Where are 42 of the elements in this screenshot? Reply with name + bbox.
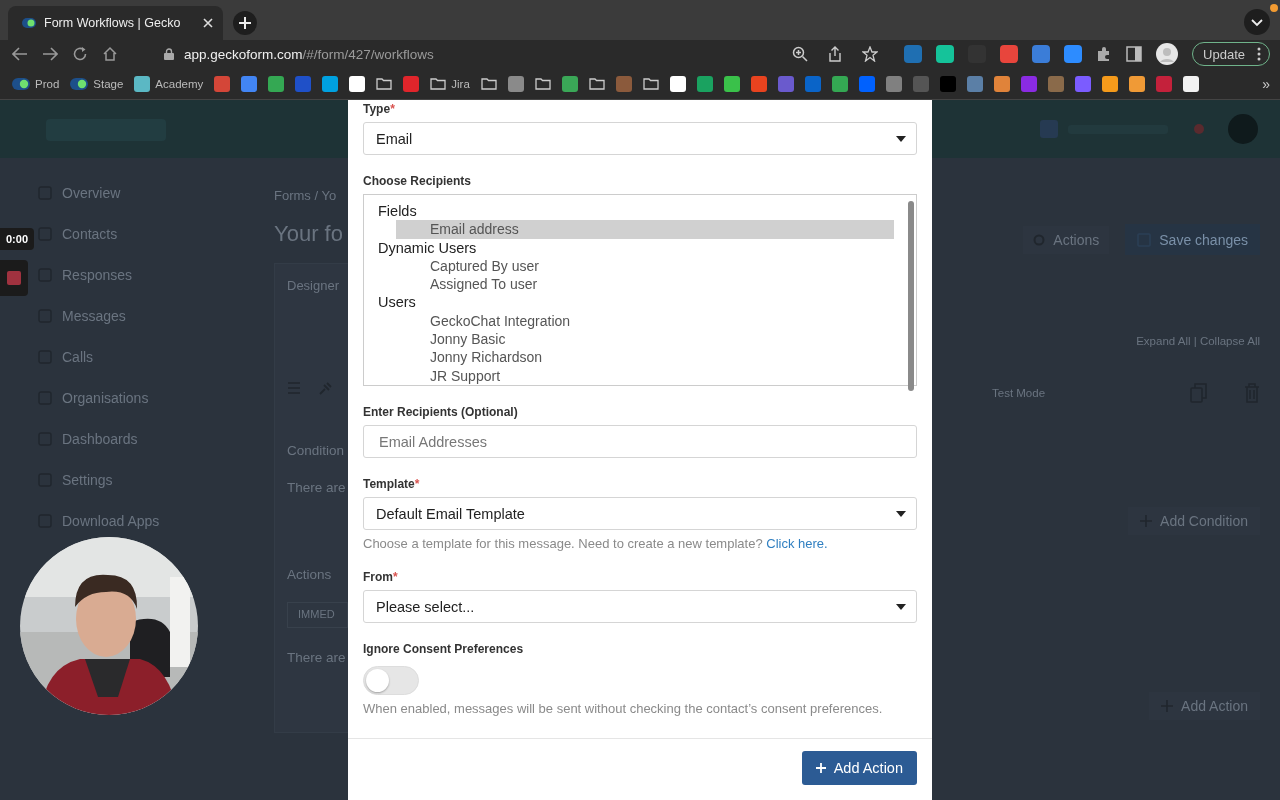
field-label: Choose Recipients (363, 174, 473, 188)
list-option[interactable]: GeckoChat Integration (396, 311, 894, 331)
save-button[interactable]: Save changes (1125, 224, 1260, 255)
option-group-label: Users (378, 293, 417, 312)
section-heading: Actions (287, 567, 333, 582)
bookmark[interactable]: Academy (134, 75, 204, 92)
list-option[interactable]: Captured By user (396, 256, 894, 276)
help-text: Choose a template for this message. Need to create a new template? Click here. (363, 536, 829, 551)
input-field[interactable]: Email Addresses (363, 425, 917, 458)
field-label: Ignore Consent Preferences (363, 642, 525, 656)
bookmark[interactable]: Stage (70, 77, 124, 90)
empty-text: There are (287, 480, 347, 495)
browser-tab[interactable]: Form Workflows | Gecko (8, 6, 223, 40)
list-option[interactable]: Jonny Basic (396, 330, 894, 349)
bookmark[interactable]: Jira (430, 77, 470, 90)
list-option[interactable]: JR Support (396, 366, 894, 385)
field-label: Type* (363, 102, 396, 116)
url-path[interactable]: /#/form/427/workflows (302, 46, 434, 62)
tab-title: Form Workflows | Gecko (44, 16, 182, 30)
more-bookmarks-button[interactable]: » (1262, 75, 1270, 92)
breadcrumb: Forms / Yo (274, 188, 338, 203)
field-label: Template* (363, 477, 421, 491)
add-action-button[interactable]: Add Action (801, 751, 917, 785)
select-field[interactable]: Please select... (363, 590, 917, 623)
page-title: Your fo (274, 221, 344, 247)
select-field[interactable]: Email (363, 122, 917, 155)
select-field[interactable]: Default Email Template (363, 497, 917, 530)
empty-text: There are (287, 650, 347, 665)
click-here-link[interactable]: Click here. (766, 536, 828, 551)
option-group-label: Dynamic Users (378, 238, 478, 257)
timer: 0:00 (0, 228, 35, 250)
help-text: When enabled, messages will be sent without checking the contact’s consent preferences. (363, 701, 884, 716)
field-label: Enter Recipients (Optional) (363, 405, 519, 419)
section-heading: Condition (287, 443, 346, 458)
list-option[interactable]: Jonny Richardson (396, 348, 894, 367)
test-mode-label: Test Mode (992, 387, 1046, 399)
option-group-label: Fields (378, 202, 418, 221)
field-label: From* (363, 570, 399, 584)
url-host[interactable]: app.geckoform.com (184, 46, 303, 62)
list-option[interactable]: Email address (396, 220, 894, 239)
list-option[interactable]: Assigned To user (396, 275, 894, 294)
bookmark[interactable]: Prod (12, 77, 60, 90)
